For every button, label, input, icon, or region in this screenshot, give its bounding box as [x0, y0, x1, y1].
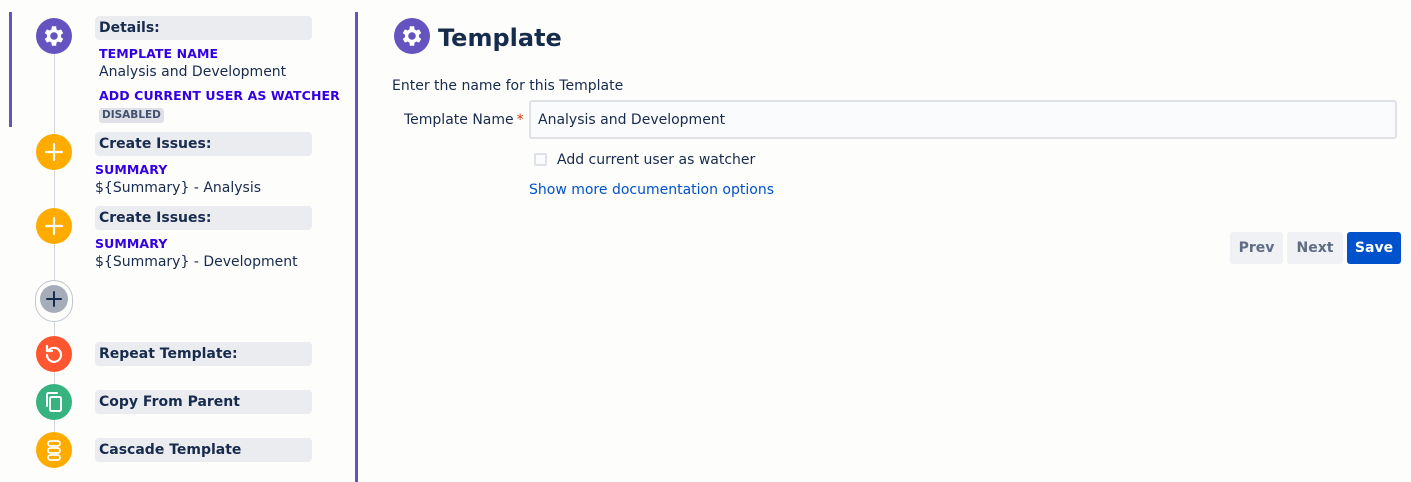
plus-icon[interactable]	[36, 134, 72, 170]
step-header-create-issues[interactable]: Create Issues:	[95, 206, 312, 230]
plus-icon[interactable]	[36, 208, 72, 244]
field-value-summary: ${Summary} - Development	[95, 254, 298, 270]
field-label-summary: SUMMARY	[95, 236, 168, 251]
instruction-text: Enter the name for this Template	[392, 78, 624, 94]
prev-button[interactable]: Prev	[1230, 232, 1283, 264]
step-header-repeat-template[interactable]: Repeat Template:	[95, 342, 312, 366]
watcher-checkbox-label[interactable]: Add current user as watcher	[557, 152, 755, 168]
gear-icon[interactable]	[36, 18, 72, 54]
template-name-label: Template Name *	[404, 112, 524, 128]
field-value-summary: ${Summary} - Analysis	[95, 180, 262, 196]
required-marker: *	[516, 112, 524, 128]
selected-step-indicator	[9, 12, 12, 127]
copy-icon[interactable]	[36, 384, 72, 420]
cascade-icon[interactable]	[36, 432, 72, 468]
field-value-template-name: Analysis and Development	[99, 64, 287, 80]
plus-icon	[40, 285, 68, 313]
field-label-template-name: TEMPLATE NAME	[99, 46, 219, 61]
watcher-checkbox[interactable]	[534, 153, 547, 166]
step-header-cascade-template[interactable]: Cascade Template	[95, 438, 312, 462]
template-name-label-text: Template Name	[404, 112, 514, 128]
repeat-icon[interactable]	[36, 336, 72, 372]
status-badge: DISABLED	[99, 108, 164, 123]
add-step-button[interactable]	[35, 280, 73, 322]
show-more-docs-link[interactable]: Show more documentation options	[529, 182, 774, 198]
save-button[interactable]: Save	[1347, 232, 1401, 264]
next-button[interactable]: Next	[1287, 232, 1343, 264]
step-header-copy-from-parent[interactable]: Copy From Parent	[95, 390, 312, 414]
field-label-summary: SUMMARY	[95, 162, 168, 177]
step-header-details[interactable]: Details:	[95, 16, 312, 40]
gear-icon	[394, 18, 430, 54]
field-label-watcher: ADD CURRENT USER AS WATCHER	[99, 88, 340, 103]
panel-divider	[355, 12, 358, 482]
step-header-create-issues[interactable]: Create Issues:	[95, 132, 312, 156]
page-title: Template	[438, 24, 562, 52]
template-name-input[interactable]	[529, 100, 1397, 139]
